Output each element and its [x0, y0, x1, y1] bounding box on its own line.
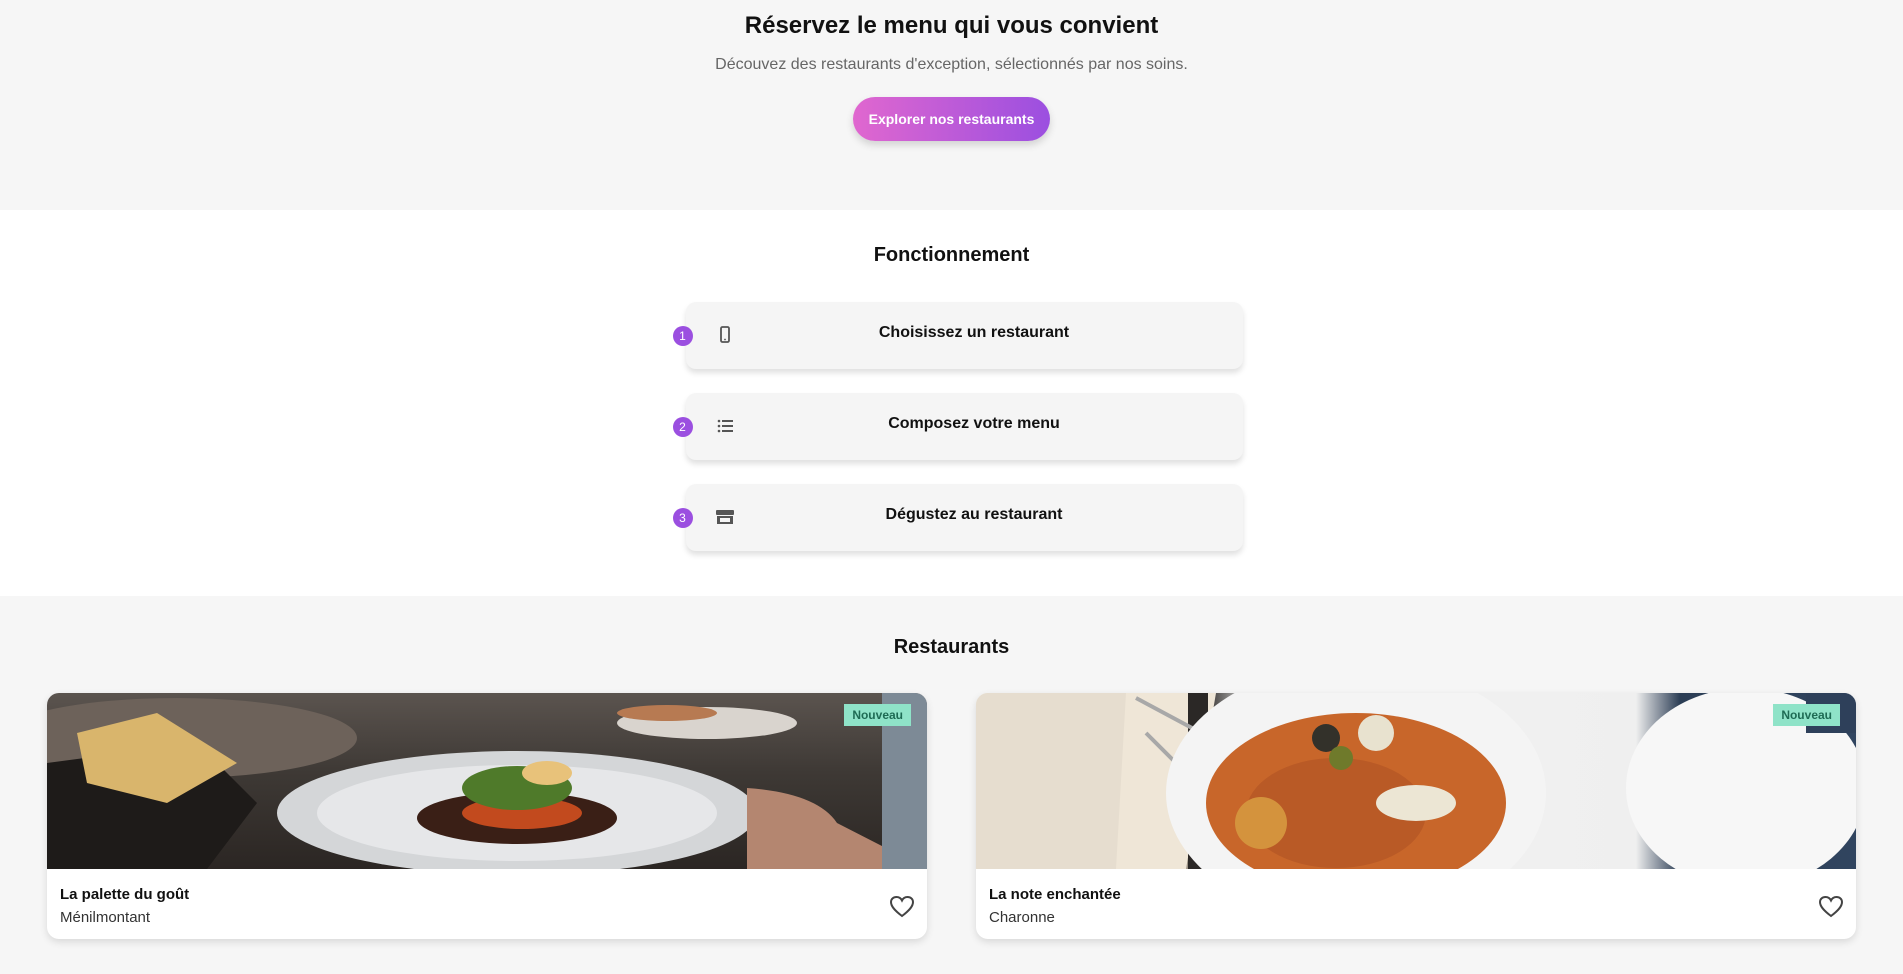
restaurant-name: La note enchantée: [989, 886, 1121, 903]
restaurant-card[interactable]: Nouveau La palette du goût Ménilmontant: [47, 693, 927, 939]
step-card: Composez votre menu: [685, 393, 1243, 460]
step-number-badge: 2: [672, 417, 693, 437]
restaurant-card[interactable]: Nouveau La note enchantée Charonne: [976, 693, 1856, 939]
card-info: La palette du goût Ménilmontant: [47, 869, 927, 939]
step-label: Choisissez un restaurant: [878, 324, 1070, 341]
restaurants-title: Restaurants: [893, 636, 1010, 658]
step-2: Composez votre menu 2: [672, 393, 1243, 460]
restaurants-section: Restaurants Nouveau La palette du goût M…: [0, 596, 1903, 974]
new-badge: Nouveau: [844, 704, 911, 726]
hero-subtitle: Découvez des restaurants d'exception, sé…: [715, 56, 1188, 73]
favorite-heart-icon[interactable]: [889, 895, 915, 919]
how-it-works-title: Fonctionnement: [873, 244, 1030, 266]
restaurant-photo[interactable]: Nouveau: [976, 693, 1856, 869]
step-card: Choisissez un restaurant: [685, 302, 1243, 369]
step-label: Composez votre menu: [888, 415, 1060, 432]
new-badge: Nouveau: [1773, 704, 1840, 726]
favorite-heart-icon[interactable]: [1818, 895, 1844, 919]
step-number-badge: 3: [672, 508, 693, 528]
step-card: Dégustez au restaurant: [685, 484, 1243, 551]
step-label: Dégustez au restaurant: [885, 506, 1063, 523]
food-photo-illustration: [47, 693, 927, 869]
restaurant-area: Ménilmontant: [60, 909, 151, 926]
card-info: La note enchantée Charonne: [976, 869, 1856, 939]
how-it-works-section: Fonctionnement Choisissez un restaurant …: [0, 210, 1903, 596]
step-3: Dégustez au restaurant 3: [672, 484, 1243, 551]
explore-restaurants-button[interactable]: Explorer nos restaurants: [852, 97, 1051, 141]
restaurant-cards: Nouveau La palette du goût Ménilmontant: [0, 693, 1903, 939]
step-number-badge: 1: [672, 326, 693, 346]
step-1: Choisissez un restaurant 1: [672, 302, 1243, 369]
hero-section: Réservez le menu qui vous convient Décou…: [0, 0, 1903, 210]
food-photo-illustration: [976, 693, 1856, 869]
restaurant-area: Charonne: [989, 909, 1055, 926]
steps-list: Choisissez un restaurant 1 Composez votr…: [672, 302, 1243, 551]
restaurant-name: La palette du goût: [60, 886, 190, 903]
hero-title: Réservez le menu qui vous convient: [744, 12, 1159, 39]
restaurant-photo[interactable]: Nouveau: [47, 693, 927, 869]
